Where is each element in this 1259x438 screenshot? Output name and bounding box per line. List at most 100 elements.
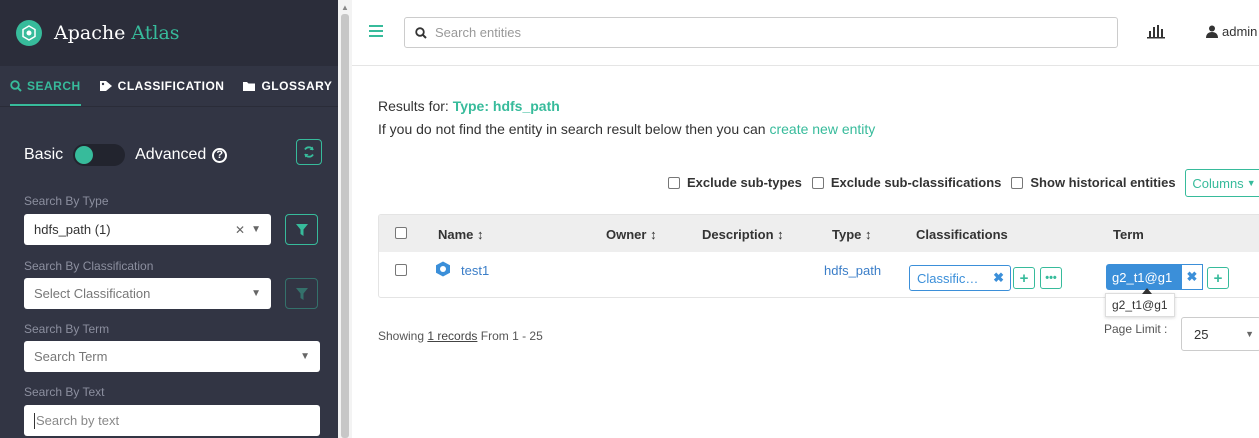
chevron-down-icon: ▼ [1245,329,1254,339]
search-by-classification-select[interactable]: Select Classification ▼ [24,278,271,309]
search-by-text-input[interactable]: Search by text [24,405,320,436]
records-summary: Showing 1 records From 1 - 25 [378,329,543,343]
sidebar-scrollbar[interactable]: ▲ [338,0,352,438]
advanced-label: Advanced [135,146,207,163]
col-term-header: Term [1113,227,1144,242]
more-classifications-button[interactable]: ••• [1040,267,1062,289]
showing-range: From 1 - 25 [480,329,543,343]
results-table: Name ↕ Owner ↕ Description ↕ Type ↕ Clas… [378,214,1259,298]
search-by-term-select[interactable]: Search Term ▼ [24,341,320,372]
entity-name-link[interactable]: test1 [461,263,489,278]
page-limit-value: 25 [1194,326,1209,342]
ellipsis-icon: ••• [1045,272,1057,284]
term-tag[interactable]: g2_t1@g1 [1106,264,1181,290]
brand-name-accent: Atlas [131,22,180,44]
page-limit-label: Page Limit : [1104,322,1168,336]
row-checkbox[interactable] [395,264,407,276]
add-term-button[interactable]: + [1207,267,1229,289]
entity-type-link[interactable]: hdfs_path [824,263,881,278]
chevron-down-icon: ▼ [251,224,261,235]
folder-icon [243,82,256,91]
hamburger-menu-icon[interactable] [369,25,383,40]
classification-tag[interactable]: Classific… ✖ [909,265,1011,291]
sidebar-tabs: SEARCH CLASSIFICATION GLOSSARY [0,66,338,107]
records-count: 1 records [427,329,478,343]
refresh-icon [304,146,314,158]
hdfs-entity-icon [435,261,451,280]
filter-icon [295,223,308,236]
term-tooltip: g2_t1@g1 [1105,288,1175,317]
exclude-subclassifications-option[interactable]: Exclude sub-classifications [811,175,1002,190]
brand-header[interactable]: Apache Atlas [0,0,338,66]
search-mode-switch[interactable] [73,144,126,166]
type-filter-button[interactable] [285,214,318,245]
col-description-header[interactable]: Description ↕ [702,227,784,242]
table-row: test1 hdfs_path Classific… ✖ + ••• g2_t1… [379,252,1259,297]
results-for-value: Type: hdfs_path [452,98,560,114]
col-classifications-header: Classifications [916,227,1008,242]
hint-text: If you do not find the entity in search … [378,121,766,137]
create-new-entity-link[interactable]: create new entity [769,121,875,137]
user-name: admin [1222,24,1258,39]
remove-classification-icon[interactable]: ✖ [993,270,1004,286]
tab-glossary[interactable]: GLOSSARY [242,66,332,106]
search-by-type-select[interactable]: hdfs_path (1) ✕ ▼ [24,214,271,245]
col-name-header[interactable]: Name ↕ [438,227,484,242]
filter-icon [295,287,308,300]
global-search-input[interactable]: Search entities [404,17,1118,48]
search-by-type-label: Search By Type [24,194,109,208]
exclude-subclassifications-checkbox[interactable] [811,176,824,189]
refresh-button[interactable] [296,139,322,165]
search-text-placeholder: Search by text [36,413,120,428]
chevron-down-icon: ▼ [251,288,261,299]
exclude-subclassifications-label: Exclude sub-classifications [830,175,1002,190]
tab-search[interactable]: SEARCH [10,66,81,106]
remove-term-icon[interactable]: ✖ [1181,264,1203,290]
bar-chart-icon[interactable] [1147,23,1165,42]
main-content: Search entities admin Results for: Type:… [352,0,1259,438]
caret-down-icon: ▼ [1246,178,1256,188]
tag-icon [99,81,112,91]
scrollbar-thumb[interactable] [341,14,349,438]
sidebar: Apache Atlas SEARCH CLASSIFICATION GLOSS… [0,0,338,438]
show-historical-option[interactable]: Show historical entities [1011,175,1176,190]
classification-placeholder: Select Classification [34,286,151,301]
search-by-term-label: Search By Term [24,322,110,336]
clear-x-icon[interactable]: ✕ [235,223,245,237]
text-caret [34,412,35,429]
classification-filter-button[interactable] [285,278,318,309]
classification-tag-label: Classific… [917,270,979,286]
term-placeholder: Search Term [34,349,108,364]
tab-glossary-label: GLOSSARY [261,79,333,93]
scroll-up-arrow-icon[interactable]: ▲ [341,3,349,12]
select-all-checkbox[interactable] [395,227,407,239]
table-header: Name ↕ Owner ↕ Description ↕ Type ↕ Clas… [379,215,1259,252]
search-by-classification-label: Search By Classification [24,259,154,273]
term-tag-label: g2_t1@g1 [1112,269,1173,285]
tab-search-label: SEARCH [27,79,81,93]
add-classification-button[interactable]: + [1013,267,1035,289]
tab-classification[interactable]: CLASSIFICATION [99,66,225,106]
search-icon [415,26,427,39]
columns-button[interactable]: Columns ▼ [1185,169,1259,197]
page-limit-select[interactable]: 25 ▼ [1181,317,1259,351]
tab-classification-label: CLASSIFICATION [117,79,225,93]
exclude-subtypes-option[interactable]: Exclude sub-types [668,175,802,190]
show-historical-label: Show historical entities [1030,175,1176,190]
showing-prefix: Showing [378,329,425,343]
col-type-header[interactable]: Type ↕ [832,227,872,242]
user-icon [1206,25,1218,38]
chevron-down-icon: ▼ [300,351,310,362]
question-circle-icon[interactable]: ? [212,147,228,163]
show-historical-checkbox[interactable] [1011,176,1024,189]
col-owner-header[interactable]: Owner ↕ [606,227,657,242]
results-for-label: Results for: [378,98,449,114]
columns-button-label: Columns [1192,175,1244,191]
atlas-logo-icon [16,20,42,46]
plus-icon: + [1213,269,1223,287]
switch-knob [75,146,94,164]
brand-name: Apache [54,22,126,44]
global-search-placeholder: Search entities [435,25,521,40]
exclude-subtypes-checkbox[interactable] [668,176,680,189]
user-menu[interactable]: admin [1206,24,1257,39]
